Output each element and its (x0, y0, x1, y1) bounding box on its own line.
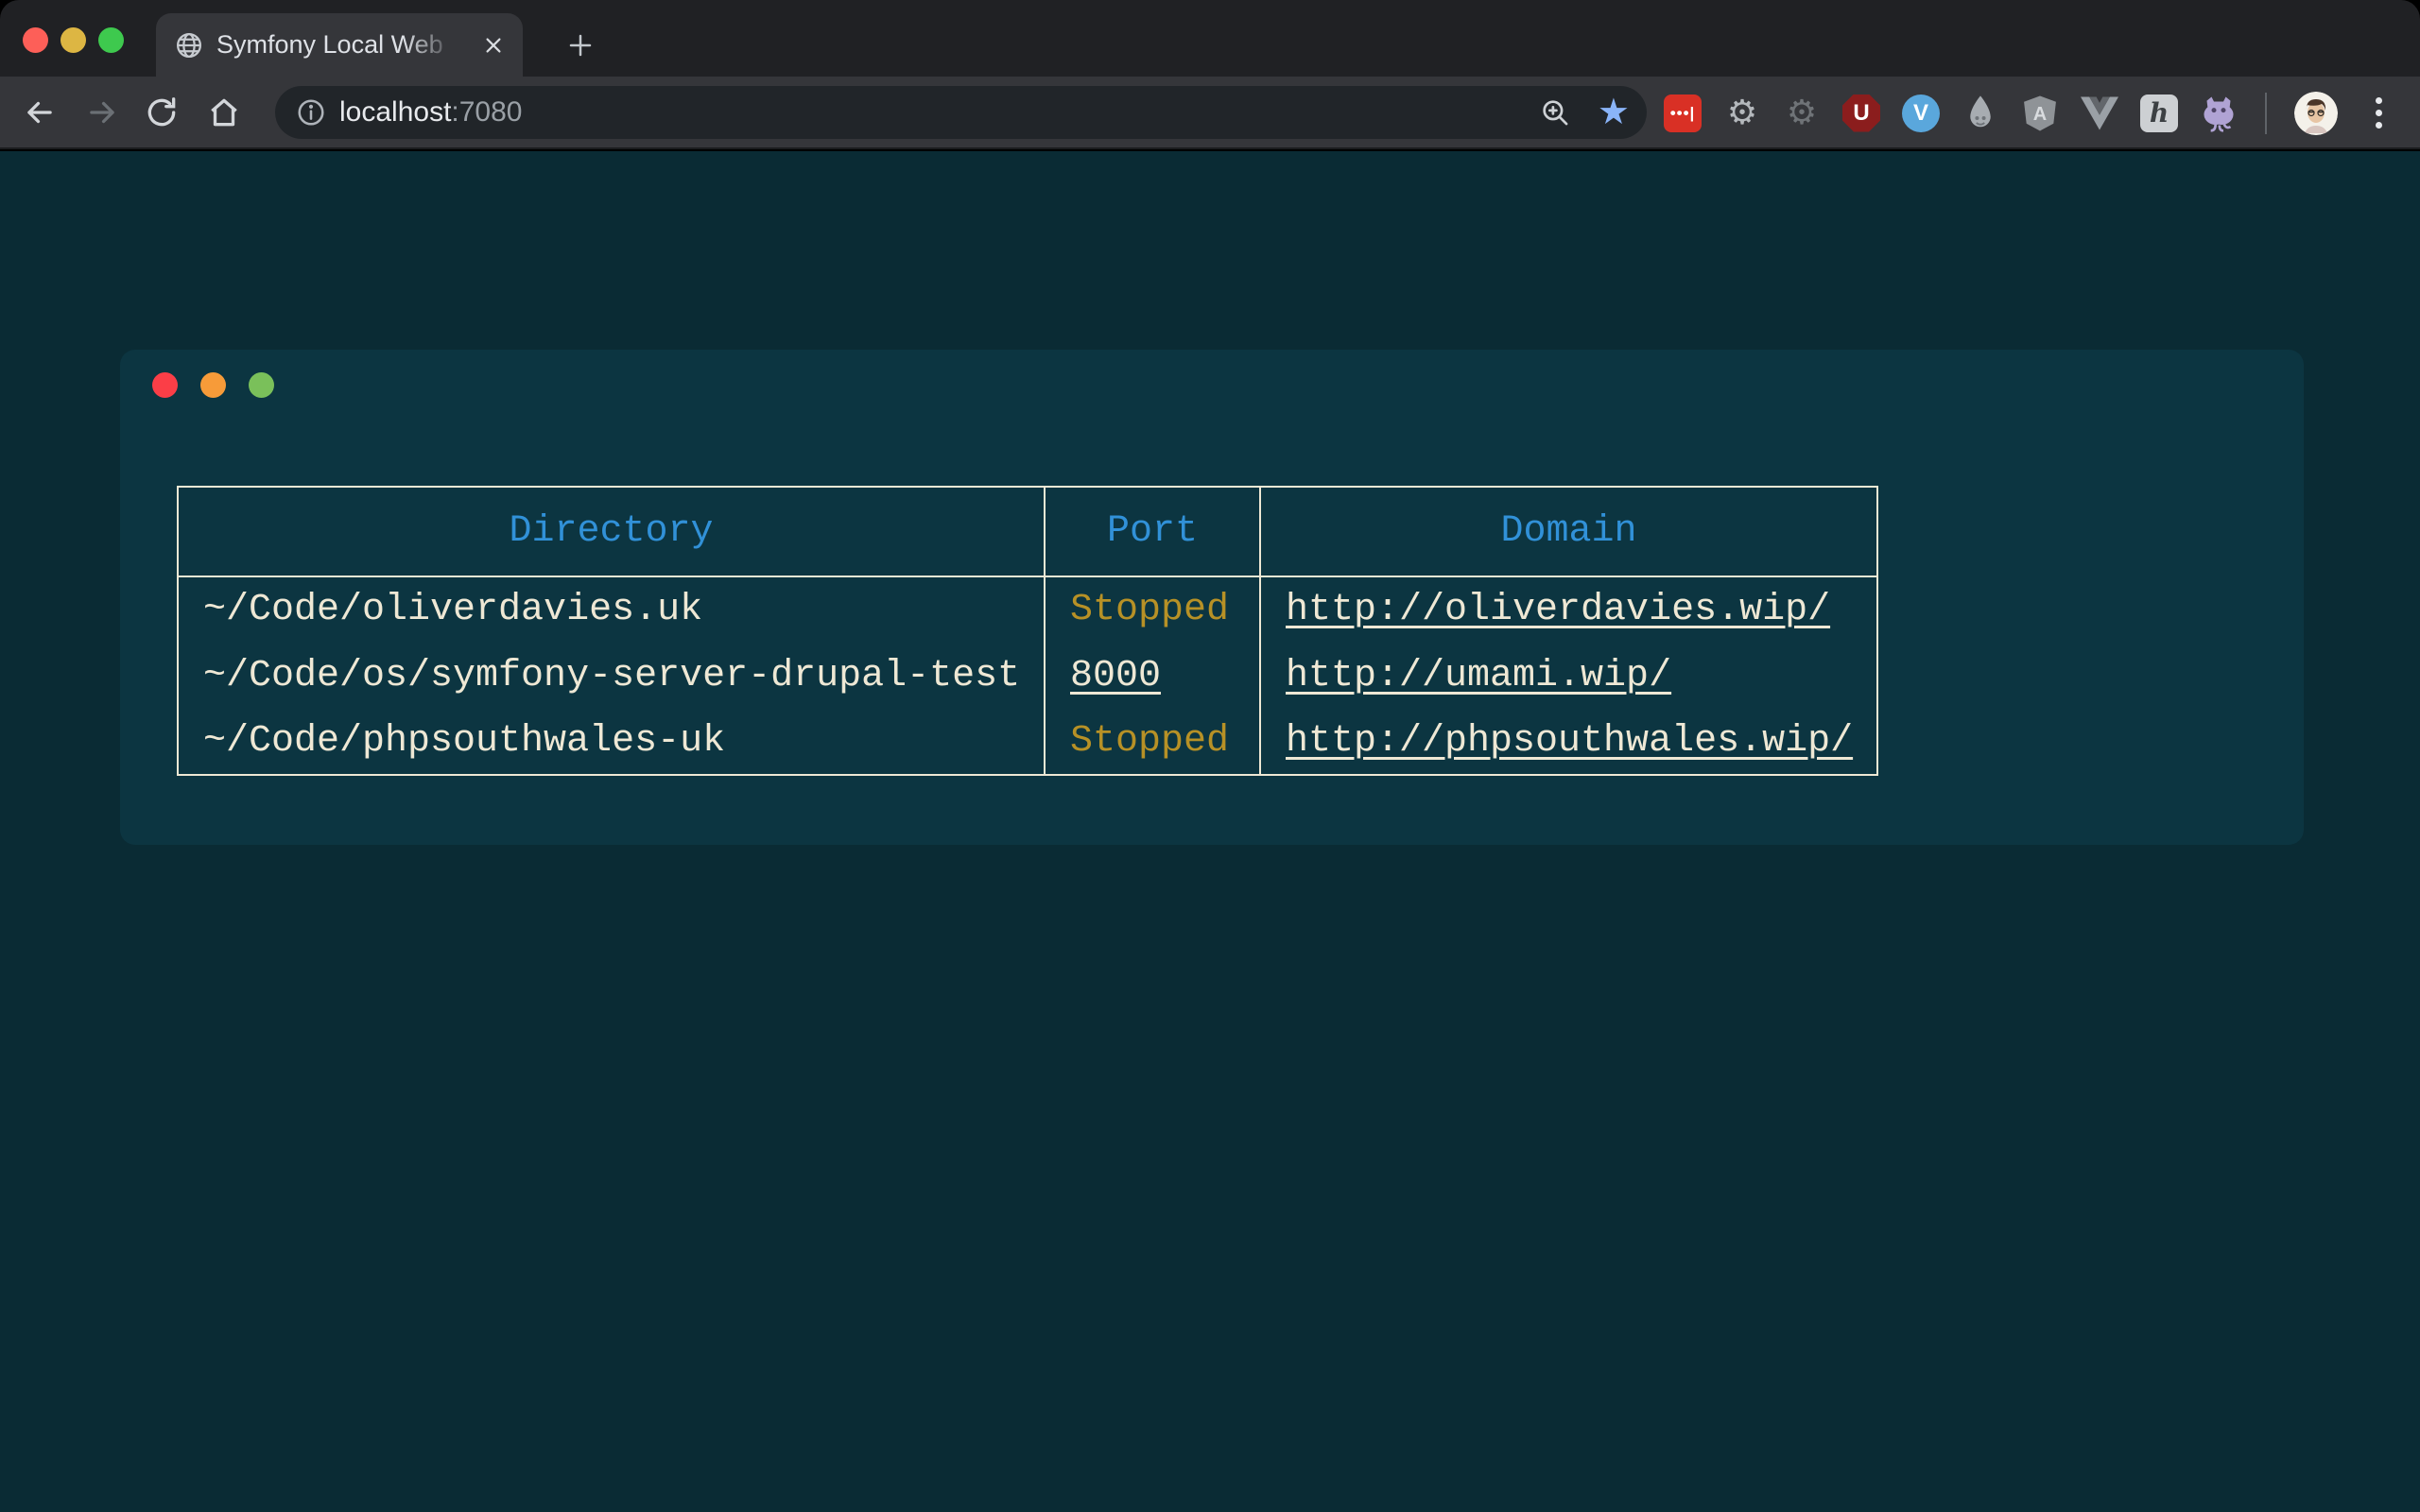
directory-cell: ~/Code/os/symfony-server-drupal-test (178, 643, 1045, 709)
servers-table: Directory Port Domain ~/Code/oliverdavie… (177, 486, 1878, 776)
home-button[interactable] (203, 92, 245, 133)
terminal-dots (152, 372, 274, 398)
vimium-extension-icon[interactable]: V (1902, 94, 1940, 132)
window-controls (23, 27, 124, 53)
gear-extension-icon[interactable]: ⚙ (1723, 94, 1761, 132)
toolbar: localhost:7080 ★ •••| ⚙ ⚙ U V (0, 77, 2420, 149)
reload-button[interactable] (141, 92, 182, 133)
new-tab-button[interactable] (562, 26, 599, 64)
svg-text:A: A (2033, 103, 2047, 124)
column-header-port: Port (1045, 487, 1260, 576)
window-close-button[interactable] (23, 27, 48, 53)
url-text[interactable]: localhost:7080 (339, 96, 522, 129)
address-bar[interactable]: localhost:7080 ★ (275, 86, 1647, 139)
directory-cell: ~/Code/phpsouthwales-uk (178, 709, 1045, 775)
tab-strip: Symfony Local Web Server: Prox (0, 0, 2420, 77)
column-header-directory: Directory (178, 487, 1045, 576)
back-button[interactable] (19, 92, 60, 133)
port-status-cell: Stopped (1045, 709, 1260, 775)
lastpass-extension-icon[interactable]: •••| (1664, 94, 1702, 132)
window-zoom-button[interactable] (98, 27, 124, 53)
drupal-extension-icon[interactable] (1962, 94, 1999, 132)
zoom-icon[interactable] (1539, 96, 1571, 129)
browser-menu-kebab-icon[interactable] (2360, 97, 2397, 129)
extensions-row: •••| ⚙ ⚙ U V A (1664, 77, 2397, 149)
domain-link[interactable]: http://umami.wip/ (1286, 655, 1671, 697)
table-row: ~/Code/oliverdavies.uk Stopped http://ol… (178, 576, 1877, 643)
domain-link[interactable]: http://phpsouthwales.wip/ (1286, 720, 1853, 763)
url-port: :7080 (451, 96, 522, 128)
tab-close-icon[interactable] (477, 29, 510, 61)
ublock-extension-icon[interactable]: U (1842, 94, 1880, 132)
terminal-card: Directory Port Domain ~/Code/oliverdavie… (120, 350, 2304, 845)
globe-favicon-icon (175, 31, 203, 60)
terminal-green-dot (249, 372, 274, 398)
directory-cell: ~/Code/oliverdavies.uk (178, 576, 1045, 643)
column-header-domain: Domain (1260, 487, 1877, 576)
bookmark-star-icon[interactable]: ★ (1598, 94, 1630, 130)
hypothesis-extension-icon[interactable]: h (2140, 94, 2178, 132)
port-link[interactable]: 8000 (1070, 655, 1161, 697)
toolbar-divider (2265, 93, 2267, 134)
table-header-row: Directory Port Domain (178, 487, 1877, 576)
url-host: localhost (339, 96, 451, 128)
gear-dim-extension-icon[interactable]: ⚙ (1783, 94, 1821, 132)
window-minimize-button[interactable] (60, 27, 86, 53)
domain-link[interactable]: http://oliverdavies.wip/ (1286, 589, 1830, 631)
site-info-icon[interactable] (296, 97, 326, 128)
tab-title-fade (404, 13, 470, 77)
browser-window: Symfony Local Web Server: Prox (0, 0, 2420, 1512)
page-content: sf Local Server Directory Port Domain (0, 151, 2420, 1512)
forward-button[interactable] (81, 92, 123, 133)
profile-avatar[interactable] (2294, 92, 2338, 135)
browser-tab[interactable]: Symfony Local Web Server: Prox (156, 13, 523, 77)
terminal-orange-dot (200, 372, 226, 398)
port-status-cell: Stopped (1045, 576, 1260, 643)
table-row: ~/Code/os/symfony-server-drupal-test 800… (178, 643, 1877, 709)
terminal-red-dot (152, 372, 178, 398)
octocat-extension-icon[interactable] (2200, 94, 2238, 132)
table-row: ~/Code/phpsouthwales-uk Stopped http://p… (178, 709, 1877, 775)
vue-extension-icon[interactable] (2081, 94, 2118, 132)
angular-extension-icon[interactable]: A (2021, 94, 2059, 132)
